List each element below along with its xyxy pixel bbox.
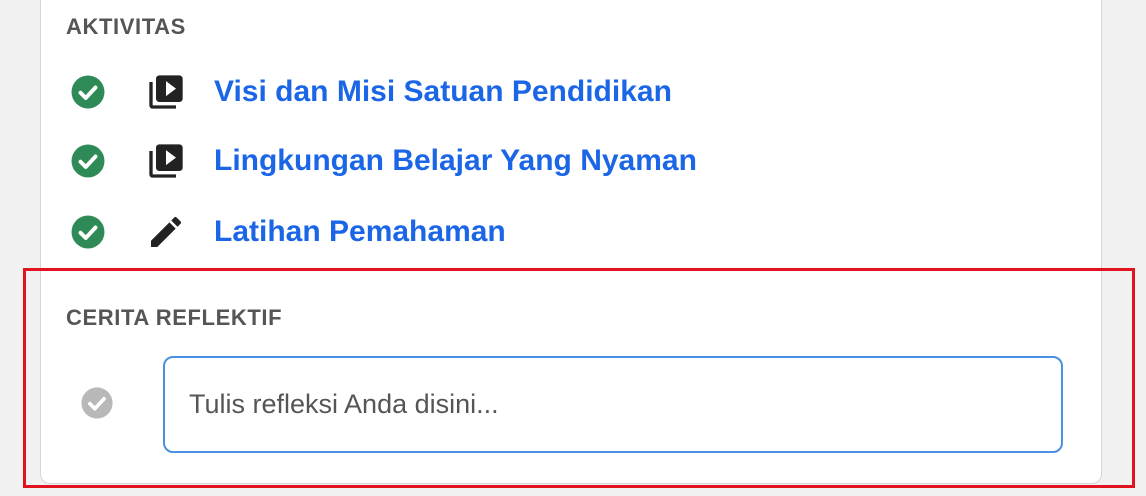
reflection-section-title: CERITA REFLEKTIF [66,305,283,330]
video-library-icon [144,70,188,114]
activity-link[interactable]: Lingkungan Belajar Yang Nyaman [214,144,697,178]
reflection-input[interactable] [163,356,1063,453]
check-circle-icon [70,214,106,250]
activity-link[interactable]: Latihan Pemahaman [214,215,506,249]
activity-item-latihan-pemahaman[interactable]: Latihan Pemahaman [70,210,506,254]
activity-link[interactable]: Visi dan Misi Satuan Pendidikan [214,75,672,109]
video-library-icon [144,139,188,183]
check-circle-icon [80,386,114,420]
activity-item-lingkungan-belajar[interactable]: Lingkungan Belajar Yang Nyaman [70,139,697,183]
check-circle-icon [70,143,106,179]
activity-item-visi-misi[interactable]: Visi dan Misi Satuan Pendidikan [70,70,672,114]
activities-section-title: AKTIVITAS [66,14,186,39]
check-circle-icon [70,74,106,110]
pencil-icon [144,210,188,254]
